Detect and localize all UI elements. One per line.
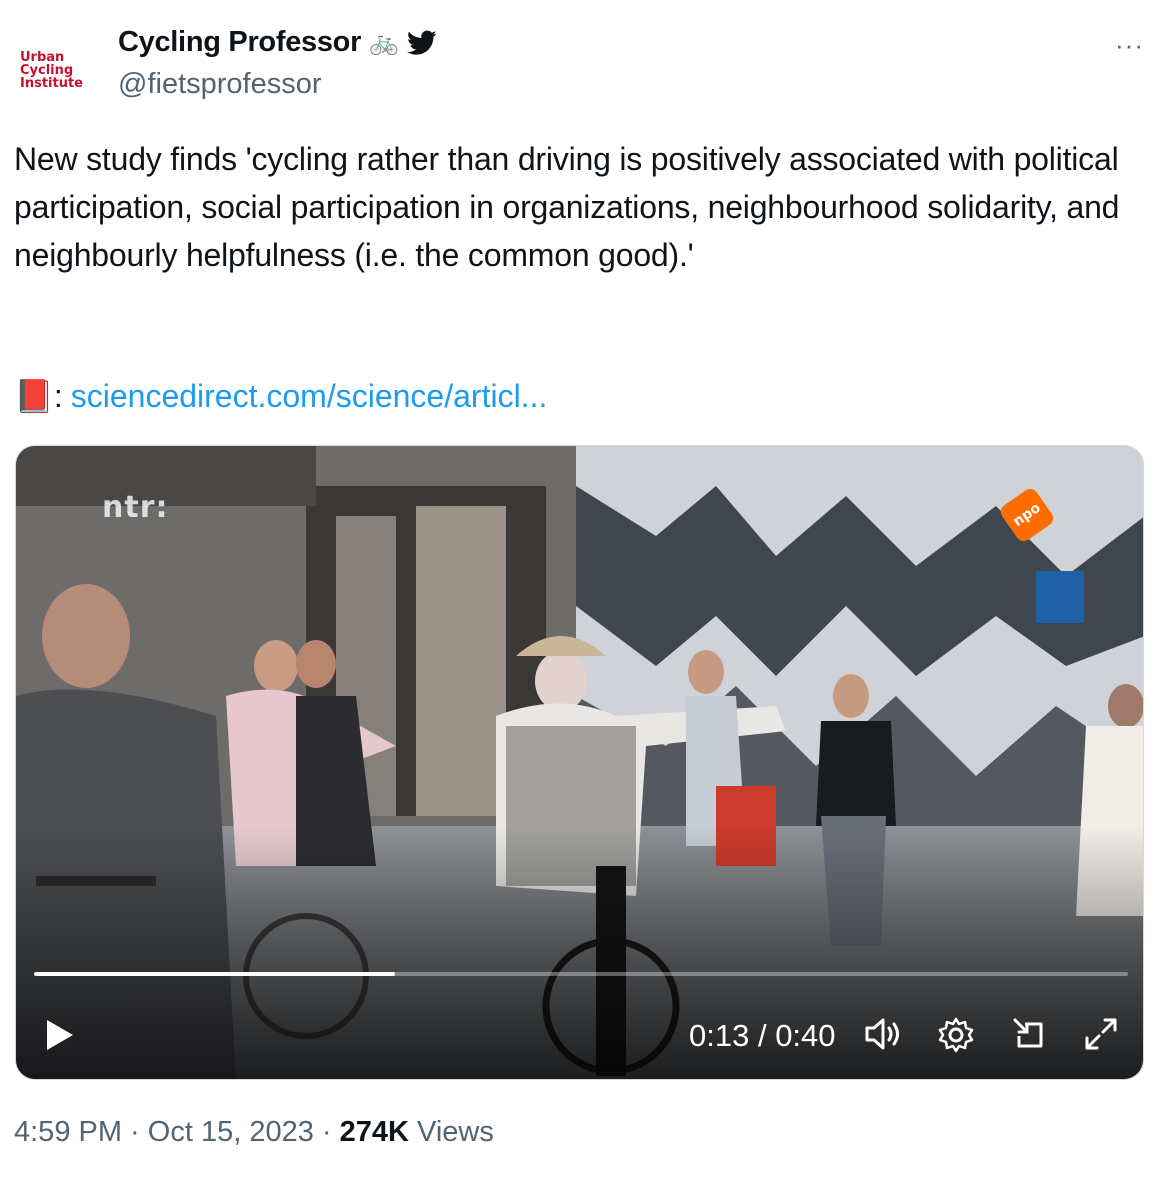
separator-dot: ·	[313, 1116, 340, 1148]
time-separator: /	[749, 1018, 776, 1053]
tweet-date[interactable]: Oct 15, 2023	[148, 1116, 314, 1148]
video-time: 0:13 / 0:40	[689, 1018, 836, 1054]
volume-button[interactable]	[863, 1016, 903, 1057]
tweet-text: New study finds 'cycling rather than dri…	[14, 141, 1120, 273]
avatar[interactable]: Urban Cycling Institute	[14, 28, 98, 112]
ntr-watermark: ntr:	[102, 490, 169, 525]
avatar-text-line: Institute	[20, 75, 84, 91]
avatar-text-line: Cycling	[20, 62, 74, 78]
video-progress-fill	[34, 972, 396, 976]
book-emoji-label: 📕:	[14, 378, 63, 414]
duration: 0:40	[775, 1018, 836, 1053]
video-player[interactable]	[15, 445, 1144, 1080]
views-count: 274K	[339, 1116, 409, 1148]
views-label: Views	[408, 1116, 494, 1148]
pip-icon	[1013, 1018, 1043, 1048]
volume-icon	[865, 1018, 899, 1050]
tweet-time[interactable]: 4:59 PM	[14, 1116, 122, 1148]
tweet-footer: 4:59 PM · Oct 15, 2023 · 274K Views	[14, 1116, 494, 1149]
picture-in-picture-button[interactable]	[1011, 1016, 1047, 1057]
author-handle[interactable]: @fietsprofessor	[118, 68, 322, 101]
avatar-text-line: Urban	[20, 49, 65, 65]
current-time: 0:13	[689, 1018, 750, 1053]
play-icon	[47, 1020, 73, 1050]
author-name-row: Cycling Professor 🚲	[118, 26, 437, 59]
fullscreen-button[interactable]	[1083, 1016, 1119, 1057]
video-frame	[16, 446, 1143, 1079]
article-link[interactable]: sciencedirect.com/science/articl...	[71, 372, 548, 420]
settings-button[interactable]	[937, 1016, 975, 1059]
more-options-icon[interactable]: ···	[1115, 30, 1144, 61]
bicycle-emoji-icon: 🚲	[369, 29, 399, 56]
gear-icon	[938, 1017, 974, 1053]
video-controls: 0:13 / 0:40	[15, 990, 1144, 1080]
tweet-link-line: 📕: sciencedirect.com/science/articl...	[14, 372, 547, 420]
video-progress-bar[interactable]	[34, 972, 1128, 976]
twitter-bird-icon	[406, 30, 437, 55]
play-button[interactable]	[45, 1018, 75, 1057]
display-name[interactable]: Cycling Professor	[118, 26, 361, 59]
fullscreen-icon	[1085, 1018, 1117, 1050]
separator-dot: ·	[122, 1116, 148, 1148]
